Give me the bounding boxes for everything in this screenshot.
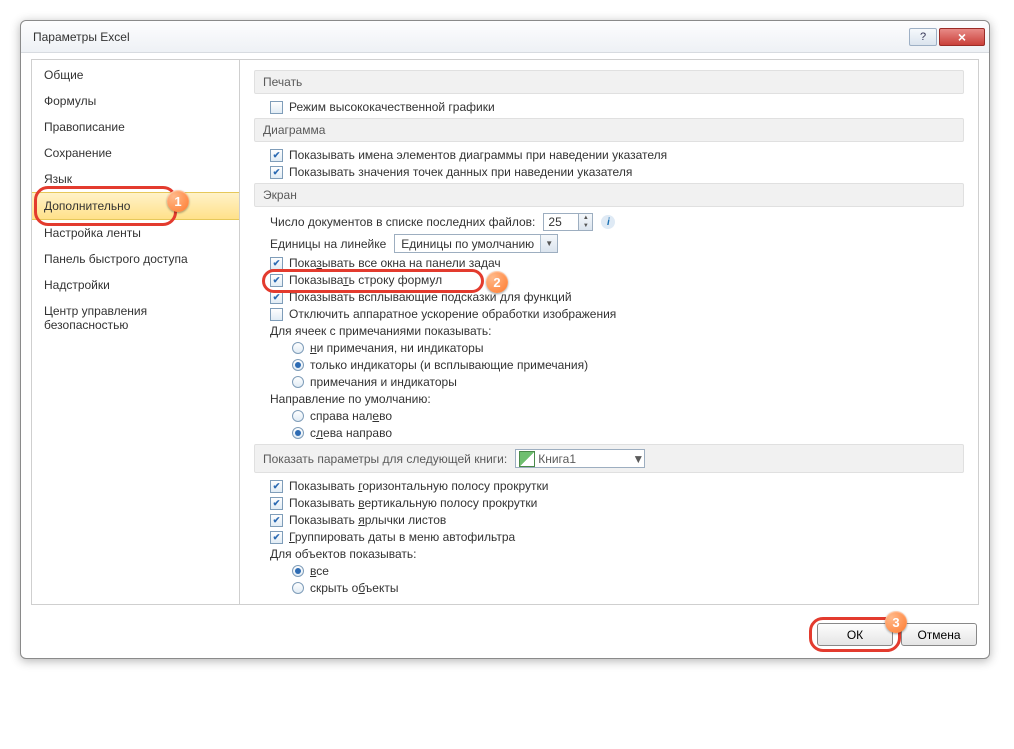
nav-language[interactable]: Язык [32,166,239,192]
nav-save[interactable]: Сохранение [32,140,239,166]
label-group-dates: Группировать даты в меню автофильтра [289,530,515,544]
nav-advanced[interactable]: Дополнительно [32,192,239,220]
label-direction-rtl: справа налево [310,409,392,423]
label-highquality-graphics: Режим высококачественной графики [289,100,495,114]
label-comments-both: примечания и индикаторы [310,375,457,389]
radio-comments-none[interactable] [292,342,304,354]
check-disable-hw-accel[interactable] [270,308,283,321]
check-chart-data-values[interactable] [270,166,283,179]
check-show-windows-taskbar[interactable] [270,257,283,270]
radio-direction-ltr[interactable] [292,427,304,439]
callout-badge-1: 1 [167,190,189,212]
category-sidebar: Общие Формулы Правописание Сохранение Яз… [32,60,240,604]
callout-badge-3: 3 [885,611,907,633]
check-show-formula-bar[interactable] [270,274,283,287]
section-screen: Экран [254,183,964,207]
label-chart-element-names: Показывать имена элементов диаграммы при… [289,148,667,162]
workbook-icon [519,451,535,467]
check-vscroll[interactable] [270,497,283,510]
label-show-function-tooltips: Показывать всплывающие подсказки для фун… [289,290,572,304]
ok-button[interactable]: ОК [817,623,893,646]
combo-workbook[interactable]: Книга1 ▼ [515,449,645,468]
check-group-dates[interactable] [270,531,283,544]
check-hscroll[interactable] [270,480,283,493]
check-chart-element-names[interactable] [270,149,283,162]
help-button[interactable]: ? [909,28,937,46]
label-comments-indicators: только индикаторы (и всплывающие примеча… [310,358,588,372]
nav-customize-ribbon[interactable]: Настройка ленты [32,220,239,246]
label-direction-head: Направление по умолчанию: [270,392,964,406]
nav-general[interactable]: Общие [32,62,239,88]
label-sheet-tabs: Показывать ярлычки листов [289,513,446,527]
radio-objects-all[interactable] [292,565,304,577]
radio-objects-hide[interactable] [292,582,304,594]
label-comments-head: Для ячеек с примечаниями показывать: [270,324,964,338]
nav-trust-center[interactable]: Центр управления безопасностью [32,298,239,338]
label-objects-head: Для объектов показывать: [270,547,964,561]
input-recent-docs[interactable]: 25 [543,213,579,231]
nav-proofing[interactable]: Правописание [32,114,239,140]
cancel-button[interactable]: Отмена [901,623,977,646]
titlebar: Параметры Excel ? × [21,21,989,53]
section-workbook-display: Показать параметры для следующей книги: … [254,444,964,473]
window-title: Параметры Excel [33,30,909,44]
nav-formulas[interactable]: Формулы [32,88,239,114]
chevron-down-icon: ▼ [632,452,644,466]
check-show-function-tooltips[interactable] [270,291,283,304]
info-icon[interactable]: i [601,215,615,229]
check-sheet-tabs[interactable] [270,514,283,527]
label-comments-none: ни примечания, ни индикаторы [310,341,483,355]
close-button[interactable]: × [939,28,985,46]
label-recent-docs: Число документов в списке последних файл… [270,215,535,229]
section-print: Печать [254,70,964,94]
combo-ruler-units[interactable]: Единицы по умолчанию ▼ [394,234,558,253]
radio-comments-both[interactable] [292,376,304,388]
nav-addins[interactable]: Надстройки [32,272,239,298]
label-hscroll: Показывать горизонтальную полосу прокрут… [289,479,548,493]
label-objects-all: все [310,564,329,578]
chevron-down-icon: ▼ [540,235,557,252]
label-direction-ltr: слева направо [310,426,392,440]
label-ruler-units: Единицы на линейке [270,237,386,251]
excel-options-dialog: Параметры Excel ? × Общие Формулы Правоп… [20,20,990,659]
label-show-windows-taskbar: Показывать все окна на панели задач [289,256,501,270]
section-chart: Диаграмма [254,118,964,142]
nav-qat[interactable]: Панель быстрого доступа [32,246,239,272]
check-highquality-graphics[interactable] [270,101,283,114]
spinner-recent-docs[interactable]: ▲▼ [579,213,593,231]
label-show-formula-bar: Показывать строку формул [289,273,442,287]
radio-direction-rtl[interactable] [292,410,304,422]
label-chart-data-values: Показывать значения точек данных при нав… [289,165,632,179]
radio-comments-indicators[interactable] [292,359,304,371]
label-disable-hw-accel: Отключить аппаратное ускорение обработки… [289,307,616,321]
callout-badge-2: 2 [486,271,508,293]
dialog-footer: ОК 3 Отмена [21,615,989,658]
label-vscroll: Показывать вертикальную полосу прокрутки [289,496,537,510]
options-content: Печать Режим высококачественной графики … [240,60,978,604]
label-objects-hide: скрыть объекты [310,581,398,595]
